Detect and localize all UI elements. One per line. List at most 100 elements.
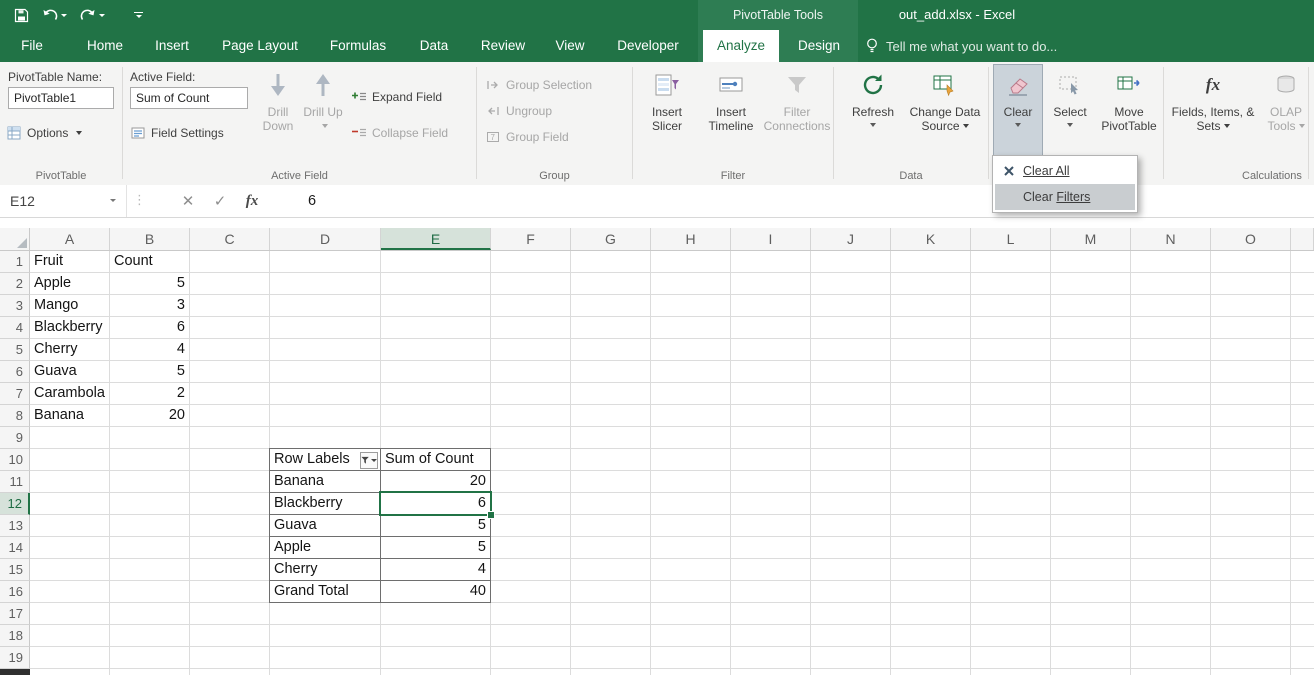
olap-tools-button[interactable]: OLAP Tools [1260, 64, 1312, 160]
cell-A5[interactable]: Cherry [30, 339, 109, 360]
cell-A8[interactable]: Banana [30, 405, 109, 426]
column-header-B[interactable]: B [110, 228, 190, 250]
cell-D15[interactable]: Cherry [270, 559, 380, 580]
cell-B7[interactable]: 2 [110, 383, 189, 404]
move-pivottable-button[interactable]: Move PivotTable [1097, 64, 1161, 160]
cell-B1[interactable]: Count [110, 251, 189, 272]
save-button[interactable] [14, 8, 29, 23]
tab-data[interactable]: Data [408, 30, 460, 62]
column-header-J[interactable]: J [811, 228, 891, 250]
insert-timeline-button[interactable]: Insert Timeline [699, 64, 763, 160]
row-header-16[interactable]: 16 [0, 581, 30, 603]
filter-connections-button[interactable]: Filter Connections [761, 64, 833, 160]
cell-E10[interactable]: Sum of Count [381, 449, 490, 470]
collapse-field-button[interactable]: Collapse Field [347, 122, 451, 144]
undo-button[interactable] [42, 9, 67, 22]
cell-D12[interactable]: Blackberry [270, 493, 380, 514]
row-header-13[interactable]: 13 [0, 515, 30, 537]
cell-A3[interactable]: Mango [30, 295, 109, 316]
column-header-F[interactable]: F [491, 228, 571, 250]
ungroup-button[interactable]: Ungroup [481, 100, 555, 122]
row-header-8[interactable]: 8 [0, 405, 30, 427]
row-header-1[interactable]: 1 [0, 251, 30, 273]
drill-up-button[interactable]: Drill Up [302, 64, 344, 160]
row-header-18[interactable]: 18 [0, 625, 30, 647]
insert-function-button[interactable]: fx [240, 185, 264, 217]
tab-home[interactable]: Home [78, 30, 132, 62]
column-header-L[interactable]: L [971, 228, 1051, 250]
expand-field-button[interactable]: Expand Field [347, 86, 445, 108]
row-header-4[interactable]: 4 [0, 317, 30, 339]
menu-item-clear-all[interactable]: Clear All [995, 158, 1135, 184]
cell-E16[interactable]: 40 [381, 581, 490, 602]
cell-E13[interactable]: 5 [381, 515, 490, 536]
customize-qat-button[interactable] [134, 12, 143, 18]
row-header-7[interactable]: 7 [0, 383, 30, 405]
cell-E15[interactable]: 4 [381, 559, 490, 580]
name-box[interactable]: E12 [0, 185, 127, 217]
tell-me-box[interactable]: Tell me what you want to do... [866, 30, 1057, 62]
cell-B6[interactable]: 5 [110, 361, 189, 382]
cell-A2[interactable]: Apple [30, 273, 109, 294]
tab-review[interactable]: Review [474, 30, 532, 62]
column-header-H[interactable]: H [651, 228, 731, 250]
column-header-C[interactable]: C [190, 228, 270, 250]
cell-A7[interactable]: Carambola [30, 383, 109, 404]
row-labels-filter-button[interactable] [360, 452, 378, 469]
clear-button[interactable]: Clear [993, 64, 1043, 160]
row-header-5[interactable]: 5 [0, 339, 30, 361]
cell-A4[interactable]: Blackberry [30, 317, 109, 338]
formula-bar-content[interactable]: 6 [300, 185, 316, 217]
select-button[interactable]: Select [1045, 64, 1095, 160]
field-settings-button[interactable]: Field Settings [126, 122, 227, 144]
row-header-12[interactable]: 12 [0, 493, 30, 515]
cell-D11[interactable]: Banana [270, 471, 380, 492]
tab-analyze[interactable]: Analyze [703, 30, 779, 62]
tab-file[interactable]: File [8, 30, 56, 62]
pivottable-name-input[interactable] [8, 87, 114, 109]
row-header-19[interactable]: 19 [0, 647, 30, 669]
formula-bar-handle[interactable]: ⋮ [133, 185, 146, 217]
column-header-E[interactable]: E [381, 228, 491, 250]
row-header-2[interactable]: 2 [0, 273, 30, 295]
cell-E11[interactable]: 20 [381, 471, 490, 492]
refresh-button[interactable]: Refresh [844, 64, 902, 160]
cell-D13[interactable]: Guava [270, 515, 380, 536]
tab-design[interactable]: Design [784, 30, 854, 62]
row-header-6[interactable]: 6 [0, 361, 30, 383]
group-field-button[interactable]: 7 Group Field [481, 126, 572, 148]
cell-A1[interactable]: Fruit [30, 251, 109, 272]
cell-B8[interactable]: 20 [110, 405, 189, 426]
cell-A6[interactable]: Guava [30, 361, 109, 382]
cell-B5[interactable]: 4 [110, 339, 189, 360]
cell-B3[interactable]: 3 [110, 295, 189, 316]
row-header-11[interactable]: 11 [0, 471, 30, 493]
enter-button[interactable]: ✓ [208, 185, 232, 217]
options-button[interactable]: Options [2, 122, 85, 144]
insert-slicer-button[interactable]: Insert Slicer [639, 64, 695, 160]
cell-B2[interactable]: 5 [110, 273, 189, 294]
column-header-O[interactable]: O [1211, 228, 1291, 250]
redo-button[interactable] [80, 9, 105, 22]
cell-D16[interactable]: Grand Total [270, 581, 380, 602]
fill-handle[interactable] [487, 511, 495, 519]
active-field-input[interactable] [130, 87, 248, 109]
column-header-I[interactable]: I [731, 228, 811, 250]
column-header-A[interactable]: A [30, 228, 110, 250]
column-header-N[interactable]: N [1131, 228, 1211, 250]
change-data-source-button[interactable]: Change Data Source [906, 64, 984, 160]
tab-developer[interactable]: Developer [608, 30, 688, 62]
fields-items-sets-button[interactable]: fx Fields, Items, & Sets [1168, 64, 1258, 160]
menu-item-clear-filters[interactable]: Clear Filters [995, 184, 1135, 210]
tab-view[interactable]: View [546, 30, 594, 62]
tab-formulas[interactable]: Formulas [322, 30, 394, 62]
select-all-corner[interactable] [0, 228, 30, 250]
row-header-10[interactable]: 10 [0, 449, 30, 471]
cell-E14[interactable]: 5 [381, 537, 490, 558]
column-header-K[interactable]: K [891, 228, 971, 250]
tab-page-layout[interactable]: Page Layout [212, 30, 308, 62]
grid-area[interactable]: 12345678910111213141516171819FruitCountA… [0, 251, 1314, 675]
column-header-G[interactable]: G [571, 228, 651, 250]
cell-D14[interactable]: Apple [270, 537, 380, 558]
row-header-9[interactable]: 9 [0, 427, 30, 449]
